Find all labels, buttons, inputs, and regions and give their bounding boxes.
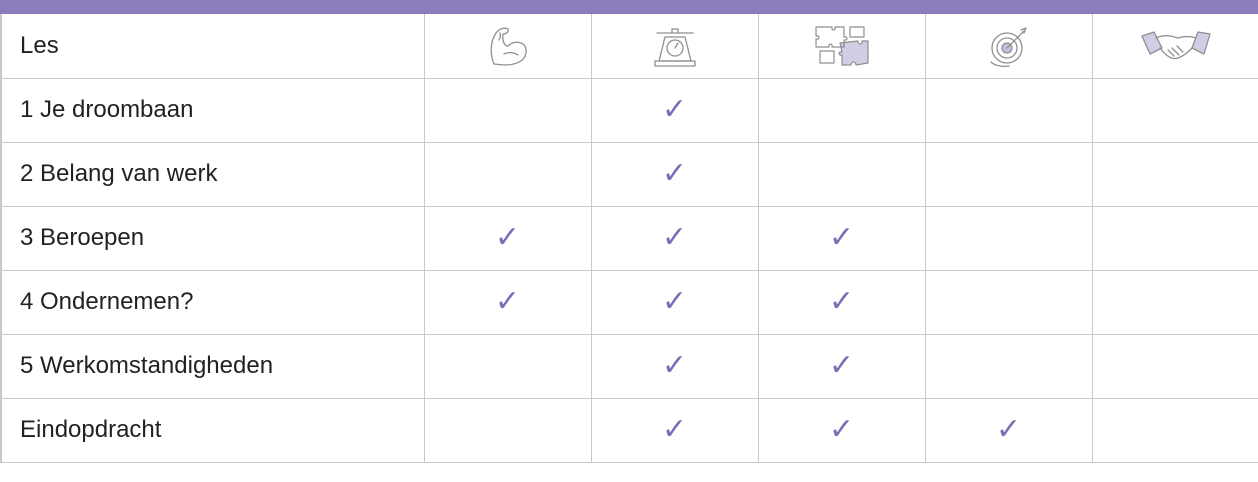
check-cell: ✓ — [590, 397, 759, 463]
scale-icon — [590, 14, 759, 79]
table-row: 1 Je droombaan ✓ — [0, 77, 1258, 143]
table-row: 3 Beroepen ✓ ✓ ✓ — [0, 205, 1258, 271]
check-cell — [423, 333, 592, 399]
check-cell — [924, 205, 1093, 271]
check-cell: ✓ — [757, 333, 926, 399]
lesson-label: 4 Ondernemen? — [0, 269, 425, 335]
lesson-label: Eindopdracht — [0, 397, 425, 463]
check-cell — [924, 77, 1093, 143]
check-mark-icon: ✓ — [494, 220, 521, 255]
lessons-table: Les 1 Je droombaan ✓ 2 Belang van werk ✓… — [0, 14, 1258, 463]
table-row: 4 Ondernemen? ✓ ✓ ✓ — [0, 269, 1258, 335]
check-mark-icon: ✓ — [661, 348, 688, 383]
check-cell: ✓ — [423, 205, 592, 271]
lesson-label: 1 Je droombaan — [0, 77, 425, 143]
check-mark-icon: ✓ — [661, 284, 688, 319]
lesson-label: 2 Belang van werk — [0, 141, 425, 207]
header-label: Les — [0, 14, 425, 79]
check-mark-icon: ✓ — [995, 412, 1022, 447]
check-cell — [1091, 77, 1258, 143]
check-cell — [423, 77, 592, 143]
check-cell — [924, 333, 1093, 399]
check-cell — [1091, 141, 1258, 207]
check-cell — [423, 141, 592, 207]
check-cell: ✓ — [590, 269, 759, 335]
check-mark-icon: ✓ — [661, 220, 688, 255]
target-icon — [924, 14, 1093, 79]
check-mark-icon: ✓ — [828, 220, 855, 255]
check-cell: ✓ — [590, 333, 759, 399]
check-mark-icon: ✓ — [828, 284, 855, 319]
lesson-label: 5 Werkomstandigheden — [0, 333, 425, 399]
check-mark-icon: ✓ — [828, 348, 855, 383]
check-cell: ✓ — [590, 205, 759, 271]
header-row: Les — [0, 14, 1258, 79]
check-mark-icon: ✓ — [661, 412, 688, 447]
check-cell — [924, 141, 1093, 207]
check-cell: ✓ — [423, 269, 592, 335]
check-cell — [1091, 397, 1258, 463]
check-cell: ✓ — [757, 269, 926, 335]
flexed-arm-icon — [423, 14, 592, 79]
check-cell: ✓ — [590, 141, 759, 207]
table-row: 5 Werkomstandigheden ✓ ✓ — [0, 333, 1258, 399]
table-row: Eindopdracht ✓ ✓ ✓ — [0, 397, 1258, 463]
check-cell — [757, 141, 926, 207]
check-cell: ✓ — [924, 397, 1093, 463]
check-cell — [757, 77, 926, 143]
check-mark-icon: ✓ — [494, 284, 521, 319]
check-mark-icon: ✓ — [828, 412, 855, 447]
check-cell — [1091, 205, 1258, 271]
check-cell: ✓ — [757, 205, 926, 271]
check-cell — [423, 397, 592, 463]
puzzle-icon — [757, 14, 926, 79]
check-cell — [1091, 269, 1258, 335]
check-cell — [924, 269, 1093, 335]
check-mark-icon: ✓ — [661, 92, 688, 127]
check-cell — [1091, 333, 1258, 399]
check-cell: ✓ — [590, 77, 759, 143]
check-mark-icon: ✓ — [661, 156, 688, 191]
table-row: 2 Belang van werk ✓ — [0, 141, 1258, 207]
top-accent-bar — [0, 0, 1258, 14]
handshake-icon — [1091, 14, 1258, 79]
lesson-label: 3 Beroepen — [0, 205, 425, 271]
check-cell: ✓ — [757, 397, 926, 463]
